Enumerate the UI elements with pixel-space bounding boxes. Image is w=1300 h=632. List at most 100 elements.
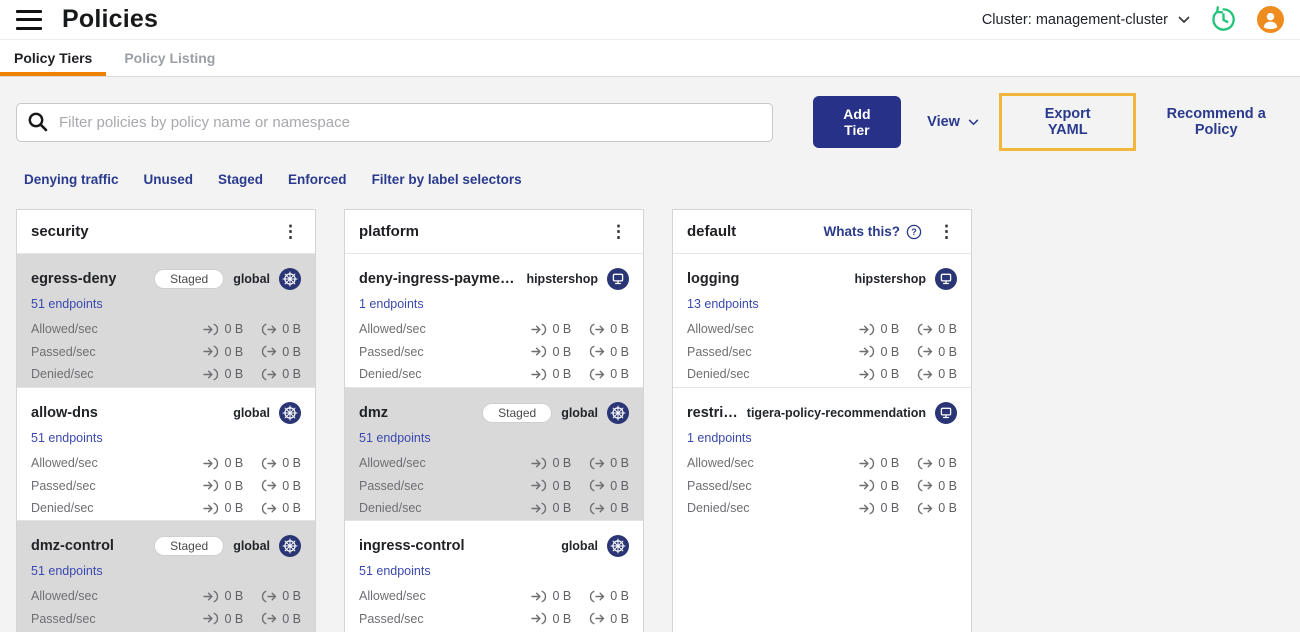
ingress-arrow-icon <box>203 590 219 603</box>
filter-enforced[interactable]: Enforced <box>288 172 347 187</box>
ingress-bytes-value: 0 B <box>880 322 900 337</box>
tier-header-actions: ? ⋮ <box>608 221 629 242</box>
egress-arrow-icon <box>262 479 277 492</box>
egress-metric: 0 B <box>917 501 957 515</box>
ingress-arrow-icon <box>203 368 219 381</box>
tab-policy-tiers[interactable]: Policy Tiers <box>0 40 107 76</box>
tab-policy-listing[interactable]: Policy Listing <box>124 40 215 76</box>
export-yaml-button[interactable]: Export YAML <box>1002 96 1133 148</box>
egress-metric: 0 B <box>261 612 301 626</box>
policy-badges: Staged global <box>482 402 629 424</box>
egress-bytes-value: 0 B <box>282 344 301 359</box>
kebab-menu-icon[interactable]: ⋮ <box>280 221 301 242</box>
namespace-monitor-icon <box>935 402 957 424</box>
kebab-menu-icon[interactable]: ⋮ <box>936 221 957 242</box>
policy-badges: global <box>561 535 629 557</box>
egress-bytes-value: 0 B <box>938 456 957 471</box>
policy-badges: hipstershop <box>854 268 957 290</box>
policy-name: ingress-control <box>359 538 465 554</box>
cluster-selector[interactable]: Cluster: management-cluster <box>982 12 1190 28</box>
policy-card[interactable]: logging hipstershop 13 endpoints Allowed… <box>673 254 971 387</box>
metric-values: 0 B 0 B <box>531 345 629 359</box>
metric-values: 0 B 0 B <box>859 322 957 336</box>
metric-label: Passed/sec <box>31 478 96 493</box>
egress-arrow-icon <box>262 612 277 625</box>
policy-metrics: Allowed/sec 0 B 0 B Passed/sec <box>31 452 301 520</box>
globe-wheel-icon <box>607 535 629 557</box>
endpoints-link[interactable]: 1 endpoints <box>687 431 752 445</box>
toolbar: Add Tier View Export YAML Recommend a Po… <box>16 93 1284 151</box>
search-input[interactable] <box>16 102 773 142</box>
policy-card[interactable]: dmz-control Staged global 51 endpoints A… <box>17 520 315 632</box>
ingress-arrow-icon <box>531 502 547 515</box>
egress-arrow-icon <box>918 345 933 358</box>
policy-metrics: Allowed/sec 0 B 0 B Passed/sec <box>359 585 629 632</box>
egress-bytes-value: 0 B <box>938 478 957 493</box>
ingress-metric: 0 B <box>531 479 571 493</box>
policy-card-top: dmz-control Staged global <box>31 534 301 558</box>
policy-card[interactable]: restricted tigera-policy-recommendation <box>673 387 971 520</box>
topbar-right: Cluster: management-cluster <box>982 6 1284 33</box>
filter-by-label-selectors[interactable]: Filter by label selectors <box>372 172 522 187</box>
view-dropdown-button[interactable]: View <box>927 114 979 130</box>
policy-badges: Staged global <box>154 268 301 290</box>
tab-bar: Policy Tiers Policy Listing <box>0 40 1300 77</box>
egress-bytes-value: 0 B <box>610 367 629 382</box>
endpoints-link[interactable]: 51 endpoints <box>31 431 103 445</box>
whats-this-link[interactable]: Whats this? ? <box>824 224 923 240</box>
filter-denying-traffic[interactable]: Denying traffic <box>24 172 119 187</box>
endpoints-link[interactable]: 1 endpoints <box>359 297 424 311</box>
add-tier-button[interactable]: Add Tier <box>812 96 902 148</box>
metric-values: 0 B 0 B <box>859 501 957 515</box>
egress-bytes-value: 0 B <box>610 478 629 493</box>
policy-card[interactable]: deny-ingress-paymentservi… hipstershop <box>345 254 643 387</box>
ingress-arrow-icon <box>203 323 219 336</box>
egress-metric: 0 B <box>589 479 629 493</box>
filter-unused[interactable]: Unused <box>144 172 194 187</box>
metric-values: 0 B 0 B <box>531 589 629 603</box>
ingress-bytes-value: 0 B <box>224 478 244 493</box>
egress-metric: 0 B <box>589 612 629 626</box>
endpoints-link[interactable]: 13 endpoints <box>687 297 759 311</box>
ingress-bytes-value: 0 B <box>224 456 244 471</box>
ingress-metric: 0 B <box>531 456 571 470</box>
policy-card[interactable]: allow-dns global 51 endpoints Allowed/se… <box>17 387 315 520</box>
help-circle-icon: ? <box>906 224 922 239</box>
egress-bytes-value: 0 B <box>938 344 957 359</box>
ingress-bytes-value: 0 B <box>552 478 572 493</box>
tier-header: security ? ⋮ <box>17 210 315 254</box>
policy-card-top: restricted tigera-policy-recommendation <box>687 401 957 425</box>
policy-card[interactable]: egress-deny Staged global 51 endpoints A… <box>17 254 315 387</box>
egress-bytes-value: 0 B <box>282 456 301 471</box>
egress-metric: 0 B <box>917 322 957 336</box>
filter-staged[interactable]: Staged <box>218 172 263 187</box>
metric-label: Allowed/sec <box>31 456 98 471</box>
hamburger-menu-icon[interactable] <box>16 9 42 30</box>
recommend-policy-button[interactable]: Recommend a Policy <box>1148 106 1284 138</box>
egress-metric: 0 B <box>261 501 301 515</box>
ingress-arrow-icon <box>203 345 219 358</box>
user-avatar[interactable] <box>1257 6 1284 33</box>
endpoints-link[interactable]: 51 endpoints <box>31 297 103 311</box>
tier-name: default <box>687 223 737 240</box>
endpoints-link[interactable]: 51 endpoints <box>359 431 431 445</box>
egress-arrow-icon <box>590 590 605 603</box>
policy-card[interactable]: dmz Staged global 51 endpoints Allowed/s… <box>345 387 643 520</box>
policy-card[interactable]: ingress-control global 51 endpoints Allo… <box>345 520 643 632</box>
ingress-bytes-value: 0 B <box>224 367 244 382</box>
metric-values: 0 B 0 B <box>859 456 957 470</box>
metric-values: 0 B 0 B <box>531 501 629 515</box>
ingress-bytes-value: 0 B <box>552 322 572 337</box>
policy-card-top: egress-deny Staged global <box>31 267 301 291</box>
ingress-arrow-icon <box>859 368 875 381</box>
ingress-arrow-icon <box>859 323 875 336</box>
egress-arrow-icon <box>590 502 605 515</box>
egress-bytes-value: 0 B <box>610 589 629 604</box>
metric-label: Passed/sec <box>31 344 96 359</box>
kebab-menu-icon[interactable]: ⋮ <box>608 221 629 242</box>
history-button[interactable] <box>1210 6 1237 33</box>
ingress-arrow-icon <box>203 479 219 492</box>
endpoints-link[interactable]: 51 endpoints <box>31 564 103 578</box>
metric-row: Passed/sec 0 B 0 B <box>687 475 957 498</box>
endpoints-link[interactable]: 51 endpoints <box>359 564 431 578</box>
